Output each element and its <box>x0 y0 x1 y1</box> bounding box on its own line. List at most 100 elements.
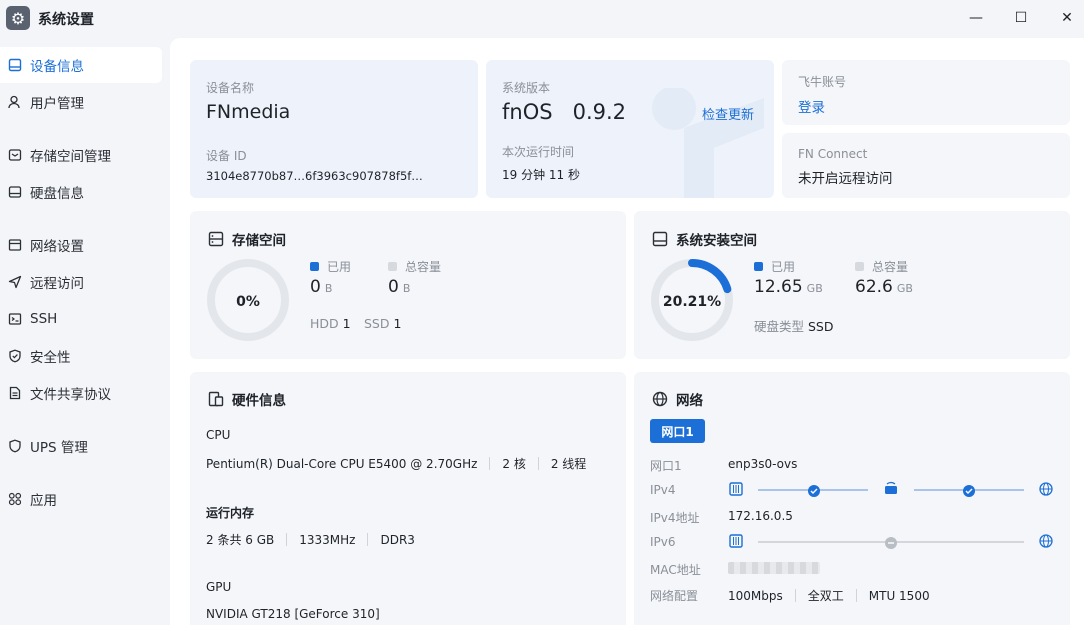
total-legend-swatch <box>388 262 397 271</box>
hardware-title-text: 硬件信息 <box>232 393 286 409</box>
network-config-label: 网络配置 <box>650 589 699 603</box>
duplex-mode: 全双工 <box>807 589 844 603</box>
install-used-value: 12.65 GB <box>754 277 823 297</box>
hdd-count: HDD 1 <box>310 316 351 331</box>
storage-used-value: 0B <box>310 277 333 297</box>
system-version-label: 系统版本 <box>502 81 551 95</box>
maximize-button[interactable]: ☐ <box>1007 6 1035 30</box>
check-update-link[interactable]: 检查更新 <box>702 104 754 123</box>
sidebar-item-apps[interactable]: 应用 <box>0 481 162 517</box>
device-card: 设备名称 FNmedia 设备 ID 3104e8770b87…6f3963c9… <box>190 60 478 198</box>
file-share-icon <box>8 386 22 400</box>
port-label: 网口1 <box>650 459 682 473</box>
link-speed: 100Mbps <box>728 588 783 603</box>
storage-icon <box>8 148 22 162</box>
network-card: 网络 网口1 网口1 enp3s0-ovs IPv4 IPv4地址 172.16… <box>634 372 1070 625</box>
sidebar-item-label: UPS 管理 <box>30 440 88 456</box>
mac-address-redacted <box>728 562 820 574</box>
network-icon <box>8 238 22 252</box>
minimize-button[interactable]: — <box>962 6 990 30</box>
login-link[interactable]: 登录 <box>798 96 825 116</box>
router-icon <box>885 481 897 494</box>
mtu-value: MTU 1500 <box>868 588 930 603</box>
device-icon <box>8 58 22 72</box>
sidebar-item-file-share[interactable]: 文件共享协议 <box>0 375 162 411</box>
apps-icon <box>8 492 22 506</box>
shield-icon <box>8 349 22 363</box>
network-config-details: 100Mbps 全双工 MTU 1500 <box>728 587 930 604</box>
ipv4-ok-icon <box>963 485 975 497</box>
network-port-tab[interactable]: 网口1 <box>650 419 705 443</box>
close-button[interactable]: ✕ <box>1053 6 1081 30</box>
used-legend-swatch <box>310 262 319 271</box>
cpu-details: Pentium(R) Dual-Core CPU E5400 @ 2.70GHz… <box>206 455 586 472</box>
used-legend-swatch <box>754 262 763 271</box>
ups-icon <box>8 439 22 453</box>
cpu-model: Pentium(R) Dual-Core CPU E5400 @ 2.70GHz <box>206 456 478 471</box>
sidebar-item-disks[interactable]: 硬盘信息 <box>0 174 162 210</box>
ipv6-topology <box>729 534 1053 549</box>
sidebar-item-label: 文件共享协议 <box>30 387 111 403</box>
storage-total-value: 0B <box>388 277 411 297</box>
device-name: FNmedia <box>206 101 291 123</box>
hardware-card: 硬件信息 CPU Pentium(R) Dual-Core CPU E5400 … <box>190 372 626 625</box>
sidebar-item-ssh[interactable]: SSH <box>0 301 162 337</box>
settings-gear-icon: ⚙ <box>6 6 30 30</box>
title-bar: ⚙ 系统设置 — ☐ ✕ <box>0 0 1084 38</box>
install-total-value: 62.6 GB <box>855 277 913 297</box>
storage-total-legend: 总容量 <box>388 258 441 275</box>
storage-card: 存储空间 0% 已用 总容量 0B 0B HDD 1 SSD 1 <box>190 211 626 359</box>
mac-label: MAC地址 <box>650 563 701 577</box>
ipv4-label: IPv4 <box>650 483 676 497</box>
disk-icon <box>652 231 668 247</box>
disk-icon <box>8 185 22 199</box>
ipv4-topology <box>729 481 1053 497</box>
install-used-legend: 已用 <box>754 258 795 275</box>
globe-icon <box>652 391 668 407</box>
sidebar-item-users[interactable]: 用户管理 <box>0 84 162 120</box>
cpu-label: CPU <box>206 428 231 442</box>
sidebar-item-label: 存储空间管理 <box>30 149 111 165</box>
total-legend-swatch <box>855 262 864 271</box>
storage-title: 存储空间 <box>208 229 286 249</box>
user-icon <box>8 95 22 109</box>
ram-details: 2 条共 6 GB 1333MHz DDR3 <box>206 531 415 548</box>
port-value: enp3s0-ovs <box>728 457 798 471</box>
storage-percent: 0% <box>236 294 260 310</box>
storage-used-legend: 已用 <box>310 258 351 275</box>
window-title: 系统设置 <box>38 12 94 28</box>
system-version-card: 系统版本 fnOS 0.9.2 检查更新 本次运行时间 19 分钟 11 秒 <box>486 60 774 198</box>
remote-icon <box>8 275 22 289</box>
uptime-label: 本次运行时间 <box>502 145 575 159</box>
ipv4-ok-icon <box>808 485 820 497</box>
main-panel: 设备名称 FNmedia 设备 ID 3104e8770b87…6f3963c9… <box>170 38 1084 625</box>
disk-type: 硬盘类型 SSD <box>754 319 834 334</box>
sidebar-item-remote[interactable]: 远程访问 <box>0 264 162 300</box>
system-install-title: 系统安装空间 <box>652 229 757 249</box>
system-install-title-text: 系统安装空间 <box>676 233 757 249</box>
sidebar-item-security[interactable]: 安全性 <box>0 338 162 374</box>
sidebar-item-ups[interactable]: UPS 管理 <box>0 428 162 464</box>
cpu-cores: 2 核 <box>502 457 526 471</box>
total-legend-label: 总容量 <box>405 260 442 274</box>
cpu-threads: 2 线程 <box>550 457 587 471</box>
account-label: 飞牛账号 <box>798 75 847 89</box>
sidebar-item-label: 安全性 <box>30 350 71 366</box>
sidebar-item-network[interactable]: 网络设置 <box>0 227 162 263</box>
ram-label: 运行内存 <box>206 506 255 520</box>
sidebar-item-label: 网络设置 <box>30 239 84 255</box>
sidebar-item-device-info[interactable]: 设备信息 <box>0 47 162 83</box>
system-version: fnOS 0.9.2 <box>502 100 627 124</box>
storage-icon <box>208 231 224 247</box>
sidebar-item-storage[interactable]: 存储空间管理 <box>0 137 162 173</box>
sidebar-item-label: 硬盘信息 <box>30 186 84 202</box>
ipv4-address-label: IPv4地址 <box>650 511 700 525</box>
network-title: 网络 <box>652 389 703 409</box>
gpu-model: NVIDIA GT218 [GeForce 310] <box>206 607 380 621</box>
ssh-icon <box>8 312 22 326</box>
fn-connect-status: 未开启远程访问 <box>798 171 893 187</box>
system-install-card: 系统安装空间 20.21% 已用 总容量 12.65 GB 62.6 GB 硬盘类型… <box>634 211 1070 359</box>
sidebar-item-label: 用户管理 <box>30 96 84 112</box>
hardware-icon <box>208 391 224 407</box>
used-legend-label: 已用 <box>771 260 796 274</box>
